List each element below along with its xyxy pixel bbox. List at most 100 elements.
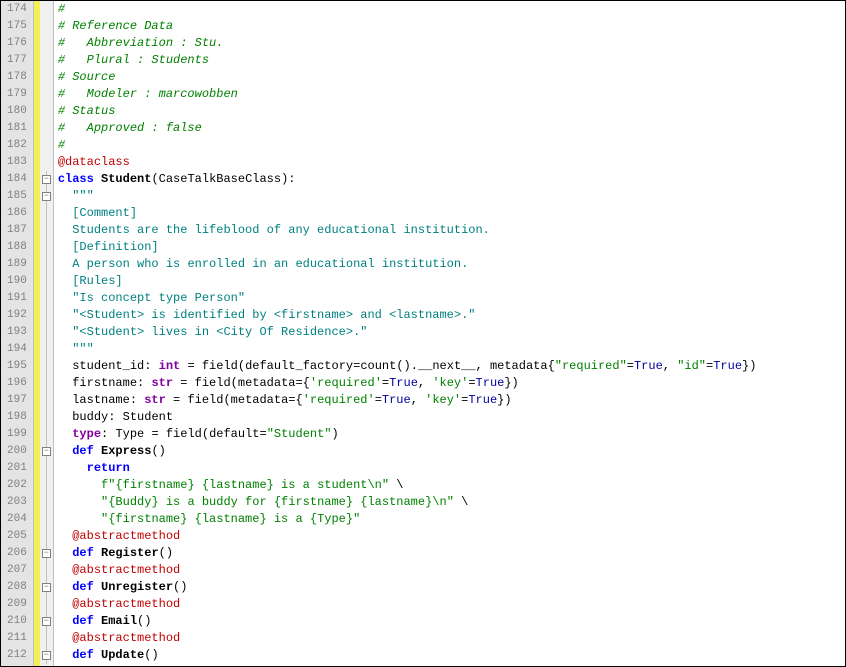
token-name [58, 427, 72, 441]
fold-cell [40, 375, 53, 392]
line-number[interactable]: 194 [1, 341, 33, 358]
fold-toggle-icon[interactable]: − [42, 447, 51, 456]
fold-guide-line [46, 392, 47, 409]
code-line[interactable]: @dataclass [58, 154, 845, 171]
line-number[interactable]: 204 [1, 511, 33, 528]
token-name [58, 240, 72, 254]
code-line[interactable]: """ [58, 341, 845, 358]
code-line[interactable]: def Unregister() [58, 579, 845, 596]
code-line[interactable]: # Approved : false [58, 120, 845, 137]
fold-toggle-icon[interactable]: − [42, 651, 51, 660]
code-line[interactable]: firstname: str = field(metadata={'requir… [58, 375, 845, 392]
line-number[interactable]: 193 [1, 324, 33, 341]
line-number[interactable]: 211 [1, 630, 33, 647]
line-number[interactable]: 190 [1, 273, 33, 290]
line-number[interactable]: 179 [1, 86, 33, 103]
code-line[interactable]: def Register() [58, 545, 845, 562]
line-number[interactable]: 187 [1, 222, 33, 239]
line-number[interactable]: 205 [1, 528, 33, 545]
line-number[interactable]: 181 [1, 120, 33, 137]
code-line[interactable]: def Email() [58, 613, 845, 630]
line-number[interactable]: 178 [1, 69, 33, 86]
line-number[interactable]: 192 [1, 307, 33, 324]
code-line[interactable]: return [58, 460, 845, 477]
code-line[interactable]: [Definition] [58, 239, 845, 256]
code-line[interactable]: [Rules] [58, 273, 845, 290]
code-line[interactable]: type: Type = field(default="Student") [58, 426, 845, 443]
fold-toggle-icon[interactable]: − [42, 583, 51, 592]
line-number[interactable]: 188 [1, 239, 33, 256]
code-line[interactable]: """ [58, 188, 845, 205]
line-number[interactable]: 206 [1, 545, 33, 562]
code-line[interactable]: # Source [58, 69, 845, 86]
code-line[interactable]: # Reference Data [58, 18, 845, 35]
token-punct: ( [202, 427, 209, 441]
line-number[interactable]: 210 [1, 613, 33, 630]
token-funcname: Unregister [101, 580, 173, 594]
line-number[interactable]: 182 [1, 137, 33, 154]
line-number[interactable]: 177 [1, 52, 33, 69]
code-line[interactable]: Students are the lifeblood of any educat… [58, 222, 845, 239]
line-number[interactable]: 197 [1, 392, 33, 409]
code-editor[interactable]: 1741751761771781791801811821831841851861… [1, 1, 845, 666]
fold-cell [40, 239, 53, 256]
line-number[interactable]: 201 [1, 460, 33, 477]
code-line[interactable]: # Status [58, 103, 845, 120]
code-line[interactable]: # Abbreviation : Stu. [58, 35, 845, 52]
line-number[interactable]: 175 [1, 18, 33, 35]
line-number[interactable]: 200 [1, 443, 33, 460]
code-line[interactable]: # [58, 1, 845, 18]
line-number[interactable]: 203 [1, 494, 33, 511]
line-number[interactable]: 195 [1, 358, 33, 375]
line-number[interactable]: 209 [1, 596, 33, 613]
token-string: "required" [555, 359, 627, 373]
code-line[interactable]: def Update() [58, 647, 845, 664]
line-number[interactable]: 191 [1, 290, 33, 307]
code-line[interactable]: "{firstname} {lastname} is a {Type}" [58, 511, 845, 528]
line-number[interactable]: 208 [1, 579, 33, 596]
line-number[interactable]: 180 [1, 103, 33, 120]
code-line[interactable]: # Plural : Students [58, 52, 845, 69]
token-name: field [202, 359, 238, 373]
line-number[interactable]: 207 [1, 562, 33, 579]
fold-guide-line [46, 358, 47, 375]
line-number[interactable]: 176 [1, 35, 33, 52]
code-line[interactable]: def Express() [58, 443, 845, 460]
line-number[interactable]: 199 [1, 426, 33, 443]
code-line[interactable]: @abstractmethod [58, 630, 845, 647]
line-number[interactable]: 198 [1, 409, 33, 426]
line-number[interactable]: 174 [1, 1, 33, 18]
line-number[interactable]: 186 [1, 205, 33, 222]
code-line[interactable]: @abstractmethod [58, 562, 845, 579]
line-number[interactable]: 196 [1, 375, 33, 392]
code-line[interactable]: student_id: int = field(default_factory=… [58, 358, 845, 375]
line-number[interactable]: 184 [1, 171, 33, 188]
line-number[interactable]: 185 [1, 188, 33, 205]
code-line[interactable]: "{Buddy} is a buddy for {firstname} {las… [58, 494, 845, 511]
fold-toggle-icon[interactable]: − [42, 617, 51, 626]
code-line[interactable]: f"{firstname} {lastname} is a student\n"… [58, 477, 845, 494]
code-line[interactable]: "<Student> is identified by <firstname> … [58, 307, 845, 324]
code-line[interactable]: [Comment] [58, 205, 845, 222]
code-line[interactable]: class Student(CaseTalkBaseClass): [58, 171, 845, 188]
line-number[interactable]: 202 [1, 477, 33, 494]
code-line[interactable]: lastname: str = field(metadata={'require… [58, 392, 845, 409]
code-line[interactable]: # Modeler : marcowobben [58, 86, 845, 103]
code-line[interactable]: # [58, 137, 845, 154]
fold-toggle-icon[interactable]: − [42, 175, 51, 184]
fold-guide-line [46, 562, 47, 579]
fold-cell [40, 562, 53, 579]
code-line[interactable]: @abstractmethod [58, 528, 845, 545]
code-line[interactable]: "<Student> lives in <City Of Residence>.… [58, 324, 845, 341]
code-line[interactable]: buddy: Student [58, 409, 845, 426]
line-number[interactable]: 189 [1, 256, 33, 273]
token-string: "id" [677, 359, 706, 373]
code-line[interactable]: "Is concept type Person" [58, 290, 845, 307]
fold-toggle-icon[interactable]: − [42, 549, 51, 558]
code-line[interactable]: @abstractmethod [58, 596, 845, 613]
fold-toggle-icon[interactable]: − [42, 192, 51, 201]
line-number[interactable]: 212 [1, 647, 33, 664]
code-line[interactable]: A person who is enrolled in an education… [58, 256, 845, 273]
line-number[interactable]: 183 [1, 154, 33, 171]
code-content[interactable]: ## Reference Data# Abbreviation : Stu.# … [54, 1, 845, 666]
